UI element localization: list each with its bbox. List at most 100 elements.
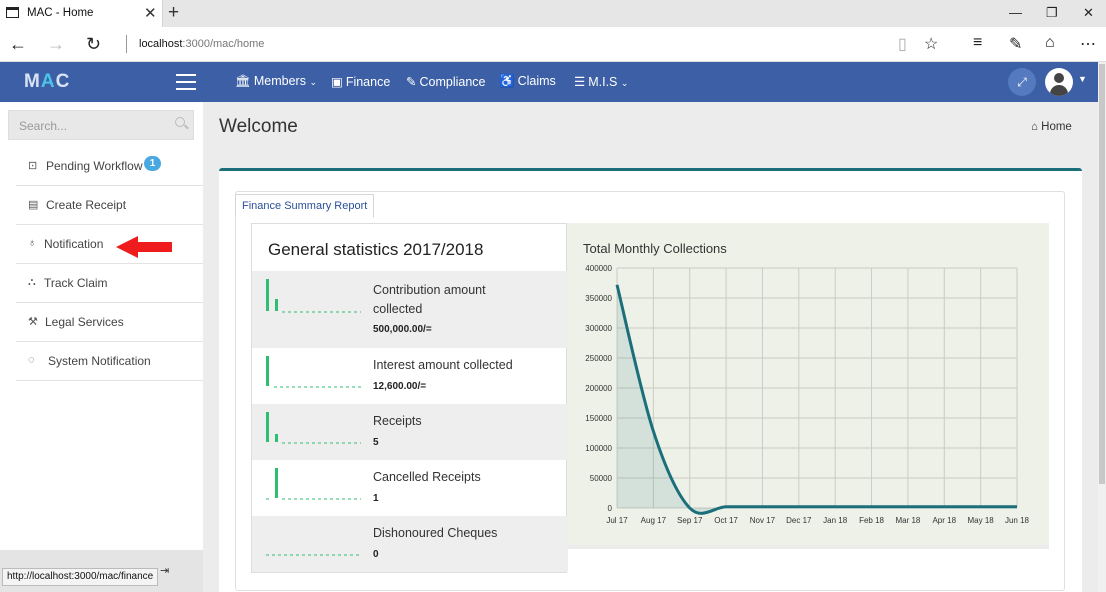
stat-row-interest: Interest amount collected 12,600.00/= <box>252 348 568 404</box>
close-window-icon[interactable]: ✕ <box>1083 5 1094 21</box>
tab-finance-summary-report[interactable]: Finance Summary Report <box>235 194 375 218</box>
stat-label-line2: collected <box>373 302 423 316</box>
x-tick-label: Apr 18 <box>932 516 956 525</box>
logout-icon[interactable]: ⇥ <box>160 564 169 577</box>
home-icon: ⌂ <box>1031 121 1038 133</box>
sidebar-item-track-claim[interactable]: ⛬ Track Claim <box>16 264 203 303</box>
window-icon <box>6 7 19 18</box>
avatar[interactable] <box>1045 68 1073 96</box>
search-icon[interactable] <box>175 117 185 127</box>
stats-title: General statistics 2017/2018 <box>268 240 484 259</box>
x-tick-label: Feb 18 <box>859 516 884 525</box>
list-icon: ☰ <box>574 75 586 89</box>
y-tick-label: 50000 <box>590 474 613 483</box>
y-tick-label: 250000 <box>585 354 612 363</box>
series-line <box>615 284 1017 515</box>
stat-value: 12,600.00/= <box>373 381 427 392</box>
x-tick-label: Oct 17 <box>714 516 738 525</box>
nav-members[interactable]: 🏛 Members ⌄ <box>235 74 317 89</box>
stat-label: Receipts <box>373 414 422 428</box>
more-icon[interactable]: ⋯ <box>1080 34 1096 54</box>
minimize-icon[interactable]: — <box>1009 5 1022 20</box>
reading-view-icon[interactable]: ▯ <box>898 34 907 54</box>
page-title: Welcome <box>219 116 298 137</box>
chevron-down-icon: ⌄ <box>309 77 317 87</box>
forward-icon[interactable]: → <box>47 34 65 55</box>
general-statistics-panel: General statistics 2017/2018 Contributio… <box>251 223 568 573</box>
sparkline <box>266 554 361 556</box>
hamburger-menu-icon[interactable] <box>176 74 196 90</box>
sparkline <box>266 356 361 388</box>
main-content: Welcome ⌂ Home Finance Summary Report Ge… <box>203 102 1098 592</box>
back-icon[interactable]: ← <box>9 34 27 55</box>
stat-value: 1 <box>373 493 379 504</box>
sidebar-item-legal-services[interactable]: ⚒ Legal Services <box>16 303 203 342</box>
y-tick-label: 350000 <box>585 294 612 303</box>
app-logo[interactable]: MAC <box>24 71 70 93</box>
chevron-down-icon: ⌄ <box>620 78 629 88</box>
address-bar: ← → ↻ localhost:3000/mac/home ▯ ☆ ≡ ✎ ⌂ … <box>0 27 1106 62</box>
x-tick-label: May 18 <box>968 516 995 525</box>
refresh-icon[interactable]: ↻ <box>86 34 101 55</box>
sidebar-item-notification[interactable]: ♁ Notification <box>16 225 203 264</box>
restore-icon[interactable]: ❐ <box>1046 5 1058 21</box>
tab-title: MAC - Home <box>27 7 94 19</box>
fullscreen-expand-icon[interactable]: ⤢ <box>1008 68 1036 96</box>
new-tab-icon[interactable]: + <box>168 2 179 24</box>
stat-label: Interest amount collected <box>373 358 513 372</box>
nav-mis[interactable]: ☰ M.I.S ⌄ <box>574 74 628 89</box>
wheelchair-icon: ♿ <box>499 74 515 88</box>
nav-compliance[interactable]: ✎ Compliance <box>406 74 486 89</box>
y-tick-label: 150000 <box>585 414 612 423</box>
series-area <box>617 284 1017 514</box>
chart-canvas: 0 50000 100000 150000 200000 250000 300000 3500… <box>585 264 1029 525</box>
stat-value: 0 <box>373 549 379 560</box>
sidebar-item-system-notification[interactable]: ◌ System Notification <box>16 342 203 381</box>
x-tick-label: Nov 17 <box>750 516 776 525</box>
x-tick-label: Dec 17 <box>786 516 812 525</box>
stat-value: 500,000.00/= <box>373 324 432 335</box>
track-icon: ⛬ <box>28 276 36 288</box>
hub-icon[interactable]: ≡ <box>973 34 982 52</box>
close-tab-icon[interactable]: ✕ <box>144 4 157 22</box>
sidebar-item-create-receipt[interactable]: ▤ Create Receipt <box>16 186 203 225</box>
chat-icon: ◌ <box>28 354 35 366</box>
browser-tab-bar: MAC - Home ✕ + — ❐ ✕ <box>0 0 1106 27</box>
favorite-star-icon[interactable]: ☆ <box>924 34 938 54</box>
dashboard-box: Finance Summary Report General statistic… <box>219 168 1082 592</box>
share-icon[interactable]: ⌂ <box>1045 34 1055 52</box>
sparkline <box>266 468 361 500</box>
inbox-icon: ⊡ <box>28 160 38 172</box>
monthly-collections-chart: Total Monthly Collections 0 50000 100000 15… <box>567 223 1049 545</box>
app-header: MAC 🏛 Members ⌄ ▣ Finance ✎ Compliance ♿ Cla… <box>0 62 1098 102</box>
sidebar-item-pending-workflow[interactable]: ⊡ Pending Workflow 1 <box>16 147 203 186</box>
url-host: localhost <box>139 38 183 50</box>
stat-row-dishonoured-cheques: Dishonoured Cheques 0 <box>252 516 568 572</box>
y-tick-label: 400000 <box>585 264 612 273</box>
web-note-icon[interactable]: ✎ <box>1009 34 1022 54</box>
edit-icon: ✎ <box>406 75 417 89</box>
x-tick-label: Aug 17 <box>641 516 667 525</box>
url-field[interactable]: localhost:3000/mac/home <box>139 38 264 50</box>
stat-row-receipts: Receipts 5 <box>252 404 568 460</box>
nav-finance[interactable]: ▣ Finance <box>331 74 390 89</box>
y-tick-label: 300000 <box>585 324 612 333</box>
address-separator <box>126 35 127 53</box>
stat-row-contribution: Contribution amount collected 500,000.00… <box>252 271 568 348</box>
stat-label: Contribution amount <box>373 283 486 297</box>
breadcrumb[interactable]: ⌂ Home <box>1031 121 1072 133</box>
page-scrollbar[interactable] <box>1098 62 1106 592</box>
sparkline <box>266 412 361 444</box>
report-body: General statistics 2017/2018 Contributio… <box>251 223 1049 573</box>
receipt-icon: ▤ <box>28 199 39 211</box>
money-icon: ▣ <box>331 75 343 89</box>
search-input[interactable]: Search... <box>8 110 194 140</box>
caret-down-icon[interactable]: ▼ <box>1078 74 1087 84</box>
nav-claims[interactable]: ♿ Claims <box>499 74 556 89</box>
red-arrow-annotation <box>116 236 172 258</box>
y-tick-label: 0 <box>608 504 613 513</box>
browser-tab[interactable]: MAC - Home ✕ <box>0 0 163 27</box>
sidebar: Search... ⊡ Pending Workflow 1 ▤ Create … <box>0 102 203 592</box>
sparkline <box>266 279 361 313</box>
bell-icon: ♁ <box>28 237 37 249</box>
